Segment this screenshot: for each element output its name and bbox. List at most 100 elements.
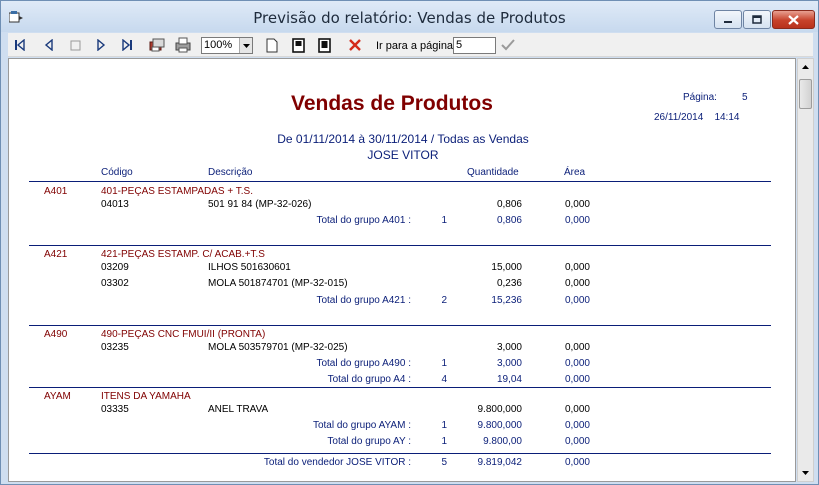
group-name: 401-PEÇAS ESTAMPADAS + T.S. — [101, 186, 254, 197]
total-area: 0,000 — [564, 295, 590, 306]
scroll-up-button[interactable] — [798, 59, 813, 75]
report-date-time: 26/11/2014 14:14 — [654, 112, 739, 123]
previous-page-icon — [44, 39, 53, 51]
item-description: ILHOS 501630601 — [208, 262, 291, 273]
minimize-icon — [724, 20, 732, 23]
item-area: 0,000 — [564, 342, 590, 353]
total-quantity: 9.819,042 — [477, 457, 523, 468]
column-header-quantity: Quantidade — [467, 167, 519, 178]
group-divider — [29, 387, 771, 388]
zoom-value: 100% — [204, 39, 233, 51]
item-area: 0,000 — [564, 404, 590, 415]
close-preview-button[interactable] — [346, 36, 364, 54]
header-divider — [29, 181, 771, 182]
group-divider — [29, 453, 771, 454]
print-button[interactable] — [174, 36, 192, 54]
whole-page-button[interactable] — [289, 36, 307, 54]
group-code: A401 — [44, 186, 68, 197]
column-header-description: Descrição — [208, 167, 253, 178]
page-icon — [266, 38, 278, 52]
close-icon — [788, 14, 799, 25]
page-width-button[interactable] — [263, 36, 281, 54]
page-number: 5 — [742, 92, 748, 103]
total-area: 0,000 — [564, 436, 590, 447]
previous-page-button[interactable] — [40, 36, 58, 54]
group-divider — [29, 245, 771, 246]
last-page-button[interactable] — [118, 36, 136, 54]
zoom-select[interactable]: 100% — [201, 37, 253, 54]
first-page-button[interactable] — [12, 36, 30, 54]
item-description: MOLA 503579701 (MP-32-025) — [208, 342, 348, 353]
scroll-down-button[interactable] — [798, 465, 813, 481]
group-code: A490 — [44, 329, 68, 340]
report-seller: JOSE VITOR — [367, 148, 439, 162]
item-quantity: 0,806 — [496, 199, 522, 210]
group-code: A421 — [44, 249, 68, 260]
group-name: ITENS DA YAMAHA — [101, 391, 191, 402]
minimize-button[interactable] — [714, 10, 742, 29]
total-label: Total do grupo AYAM : — [312, 420, 411, 431]
total-quantity: 0,806 — [496, 215, 522, 226]
page-zoom-icon — [317, 37, 331, 53]
total-quantity: 15,236 — [491, 295, 522, 306]
total-area: 0,000 — [564, 374, 590, 385]
report-title: Vendas de Produtos — [291, 92, 493, 115]
item-description: 501 91 84 (MP-32-026) — [208, 199, 312, 210]
total-label: Total do grupo A421 : — [316, 295, 411, 306]
red-x-icon — [349, 39, 361, 51]
printer-multiple-icon — [149, 38, 165, 52]
last-page-icon — [122, 39, 132, 51]
print-all-button[interactable] — [148, 36, 166, 54]
group-divider — [29, 325, 771, 326]
window-title: Previsão do relatório: Vendas de Produto… — [253, 9, 566, 27]
column-header-area: Área — [564, 167, 586, 178]
report-preview-window: Previsão do relatório: Vendas de Produto… — [0, 0, 819, 485]
page-label: Página: — [683, 92, 717, 103]
item-code: 03235 — [101, 342, 129, 353]
close-button[interactable] — [772, 10, 815, 29]
group-code: AYAM — [44, 391, 71, 402]
report-time: 14:14 — [714, 112, 740, 123]
column-header-code: Código — [101, 167, 133, 178]
total-quantity: 19,04 — [496, 374, 522, 385]
item-area: 0,000 — [564, 199, 590, 210]
arrow-down-icon — [802, 471, 809, 475]
item-description: MOLA 501874701 (MP-32-015) — [208, 278, 348, 289]
item-code: 03209 — [101, 262, 129, 273]
item-code: 04013 — [101, 199, 129, 210]
item-code: 03335 — [101, 404, 129, 415]
toolbar: 100% Ir para a página 5 — [8, 33, 813, 57]
report-page: Vendas de Produtos Página: 5 26/11/2014 … — [8, 58, 796, 482]
goto-page-confirm-button[interactable] — [499, 36, 517, 54]
arrow-up-icon — [802, 65, 809, 69]
total-label: Total do vendedor JOSE VITOR : — [263, 457, 411, 468]
item-quantity: 0,236 — [496, 278, 522, 289]
total-area: 0,000 — [564, 215, 590, 226]
next-page-button[interactable] — [92, 36, 110, 54]
title-bar[interactable]: Previsão do relatório: Vendas de Produto… — [1, 1, 818, 32]
total-area: 0,000 — [564, 358, 590, 369]
chevron-down-icon[interactable] — [239, 38, 252, 53]
scroll-thumb[interactable] — [799, 79, 812, 109]
group-name: 490-PEÇAS CNC FMUI/II (PRONTA) — [101, 329, 266, 340]
total-label: Total do grupo A490 : — [316, 358, 411, 369]
report-period: De 01/11/2014 à 30/11/2014 / Todas as Ve… — [277, 132, 529, 146]
vertical-scrollbar[interactable] — [797, 58, 814, 482]
total-quantity: 3,000 — [496, 358, 522, 369]
checkmark-icon — [501, 39, 515, 51]
total-area: 0,000 — [564, 420, 590, 431]
report-date: 26/11/2014 — [654, 112, 704, 123]
stop-icon — [70, 40, 80, 50]
first-page-icon — [15, 39, 25, 51]
item-quantity: 9.800,000 — [477, 404, 523, 415]
goto-page-input[interactable]: 5 — [453, 37, 496, 54]
two-pages-button[interactable] — [315, 36, 333, 54]
stop-button[interactable] — [66, 36, 84, 54]
maximize-button[interactable] — [743, 10, 771, 29]
item-quantity: 15,000 — [491, 262, 522, 273]
item-area: 0,000 — [564, 262, 590, 273]
total-label: Total do grupo A401 : — [316, 215, 411, 226]
item-code: 03302 — [101, 278, 129, 289]
total-label: Total do grupo AY : — [327, 436, 411, 447]
maximize-icon — [752, 15, 762, 24]
